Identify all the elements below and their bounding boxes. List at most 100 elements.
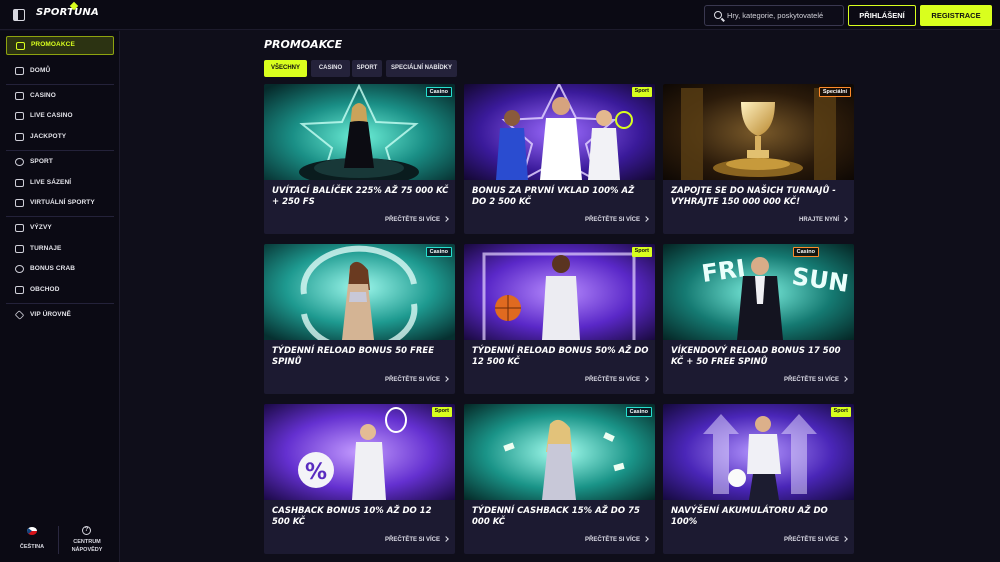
promo-image [464, 84, 655, 180]
sidebar-item-live-betting[interactable]: LIVE SÁZENÍ [6, 174, 114, 193]
top-bar: SPORTUNA PŘIHLÁŠENÍ REGISTRACE [0, 0, 1000, 30]
chevron-right-icon [842, 536, 848, 542]
gift-icon [16, 42, 25, 50]
promo-title: BONUS ZA PRVNÍ VKLAD 100% AŽ DO 2 500 KČ [472, 186, 635, 207]
czech-flag-icon [27, 527, 37, 535]
read-more-link[interactable]: PŘEČTĚTE SI VÍCE [585, 376, 649, 383]
chevron-right-icon [643, 536, 649, 542]
sidebar-item-home[interactable]: DOMŮ [6, 62, 114, 81]
badge-casino: Casino [625, 407, 652, 417]
gamepad-icon [15, 199, 24, 207]
tab-special-offers[interactable]: SPECIÁLNÍ NABÍDKY [386, 60, 457, 77]
promo-card[interactable]: Casino TÝDENNÍ RELOAD BONUS 50 FREE SPIN… [264, 244, 455, 394]
promo-card[interactable]: Sport BONUS ZA PRVNÍ VKLAD 100% AŽ DO 2 … [464, 84, 655, 234]
promo-image [264, 84, 455, 180]
promo-card[interactable]: % Sport CASHBACK BONUS 10% AŽ DO 12 500 … [264, 404, 455, 554]
promo-card[interactable]: FRI SUN Casino Casino VÍKENDOVÝ RELOAD B… [663, 244, 854, 394]
search-input[interactable] [727, 8, 841, 23]
sidebar-item-label: VIP ÚROVNĚ [30, 311, 71, 318]
promo-image: FRI SUN [663, 244, 854, 340]
badge-sport: Sport [631, 247, 652, 257]
crab-icon [15, 265, 24, 273]
badge-sport: Sport [431, 407, 452, 417]
play-now-link[interactable]: HRAJTE NYNÍ [799, 216, 848, 223]
tab-all[interactable]: VŠECHNY [264, 60, 307, 77]
chevron-right-icon [842, 376, 848, 382]
sidebar-item-label: SPORT [30, 158, 53, 165]
question-icon: ? [82, 526, 91, 535]
trophy-icon [15, 224, 24, 232]
art-text-percent: % [305, 460, 327, 485]
chevron-right-icon [643, 216, 649, 222]
logo[interactable]: SPORTUNA [36, 7, 99, 18]
chevron-right-icon [443, 536, 449, 542]
promo-title: UVÍTACÍ BALÍČEK 225% AŽ 75 000 KČ + 250 … [272, 186, 449, 207]
sidebar-item-casino[interactable]: CASINO [6, 87, 114, 106]
promo-card[interactable]: Speciální ZAPOJTE SE DO NAŠICH TURNAJŮ -… [663, 84, 854, 234]
read-more-link[interactable]: PŘEČTĚTE SI VÍCE [385, 376, 449, 383]
promo-image [663, 404, 854, 500]
sidebar-item-label: PROMOAKCE [31, 41, 75, 48]
divider [58, 526, 59, 554]
sidebar-item-challenges[interactable]: VÝZVY [6, 219, 114, 238]
tab-sport[interactable]: SPORT [352, 60, 382, 77]
read-more-link[interactable]: PŘEČTĚTE SI VÍCE [385, 536, 449, 543]
promo-title: VÍKENDOVÝ RELOAD BONUS 17 500 KČ + 50 FR… [671, 346, 841, 367]
read-more-link[interactable]: PŘEČTĚTE SI VÍCE [784, 536, 848, 543]
divider [6, 84, 114, 85]
sidebar-item-bonus-crab[interactable]: BONUS CRAB [6, 260, 114, 279]
search-icon [714, 11, 722, 19]
register-button[interactable]: REGISTRACE [920, 5, 992, 26]
promo-card[interactable]: Sport NAVÝŠENÍ AKUMULÁTORU AŽ DO 100% PŘ… [663, 404, 854, 554]
sidebar-footer: ČEŠTINA ? CENTRUM NÁPOVĚDY [0, 526, 120, 562]
sidebar-item-live-casino[interactable]: LIVE CASINO [6, 107, 114, 126]
sidebar-item-jackpots[interactable]: JACKPOTY [6, 128, 114, 147]
sidebar-item-virtual-sports[interactable]: VIRTUÁLNÍ SPORTY [6, 194, 114, 213]
sidebar-item-label: DOMŮ [30, 67, 51, 74]
language-selector[interactable]: ČEŠTINA [12, 526, 52, 556]
badge-sport: Sport [830, 407, 851, 417]
help-center-button[interactable]: ? CENTRUM NÁPOVĚDY [62, 526, 112, 556]
badge-sport: Sport [631, 87, 652, 97]
badge-casino: Casino [425, 247, 452, 257]
sidebar-item-label: VÝZVY [30, 224, 52, 231]
sidebar-item-label: BONUS CRAB [30, 265, 76, 272]
home-icon [15, 67, 24, 75]
promo-title: TÝDENNÍ RELOAD BONUS 50% AŽ DO 12 500 KČ [472, 346, 649, 367]
read-more-link[interactable]: PŘEČTĚTE SI VÍCE [585, 216, 649, 223]
sidebar-item-label: LIVE SÁZENÍ [30, 179, 72, 186]
live-icon [15, 179, 24, 187]
ball-icon [15, 158, 24, 166]
tab-casino[interactable]: CASINO [311, 60, 350, 77]
promo-image [663, 84, 854, 180]
search-box[interactable] [704, 5, 844, 26]
login-button[interactable]: PŘIHLÁŠENÍ [848, 5, 916, 26]
sidebar: PROMOAKCE DOMŮ CASINO LIVE CASINO JACKPO… [0, 31, 120, 562]
promo-card[interactable]: Casino TÝDENNÍ CASHBACK 15% AŽ DO 75 000… [464, 404, 655, 554]
sidebar-item-label: CASINO [30, 92, 56, 99]
tournament-icon [15, 245, 24, 253]
sidebar-item-label: OBCHOD [30, 286, 60, 293]
chevron-right-icon [842, 216, 848, 222]
sidebar-item-shop[interactable]: OBCHOD [6, 281, 114, 300]
sidebar-item-vip-levels[interactable]: VIP ÚROVNĚ [6, 306, 114, 325]
sidebar-item-promotions[interactable]: PROMOAKCE [6, 36, 114, 55]
promo-card[interactable]: Casino UVÍTACÍ BALÍČEK 225% AŽ 75 000 KČ… [264, 84, 455, 234]
badge-special: Speciální [818, 87, 851, 97]
sidebar-toggle-icon[interactable] [13, 9, 25, 21]
promo-card[interactable]: Sport TÝDENNÍ RELOAD BONUS 50% AŽ DO 12 … [464, 244, 655, 394]
promo-title: TÝDENNÍ CASHBACK 15% AŽ DO 75 000 KČ [472, 506, 640, 527]
read-more-link[interactable]: PŘEČTĚTE SI VÍCE [385, 216, 449, 223]
read-more-link[interactable]: PŘEČTĚTE SI VÍCE [585, 536, 649, 543]
language-label: ČEŠTINA [19, 544, 45, 550]
read-more-link[interactable]: PŘEČTĚTE SI VÍCE [784, 376, 848, 383]
sidebar-item-tournaments[interactable]: TURNAJE [6, 240, 114, 259]
promo-image [464, 404, 655, 500]
sidebar-item-sport[interactable]: SPORT [6, 153, 114, 172]
promo-title: TÝDENNÍ RELOAD BONUS 50 FREE SPINŮ [272, 346, 435, 367]
divider [6, 150, 114, 151]
diamond-icon [14, 310, 25, 320]
badge-special: Casino [792, 247, 819, 257]
shop-icon [15, 286, 24, 294]
sidebar-item-label: TURNAJE [30, 245, 62, 252]
